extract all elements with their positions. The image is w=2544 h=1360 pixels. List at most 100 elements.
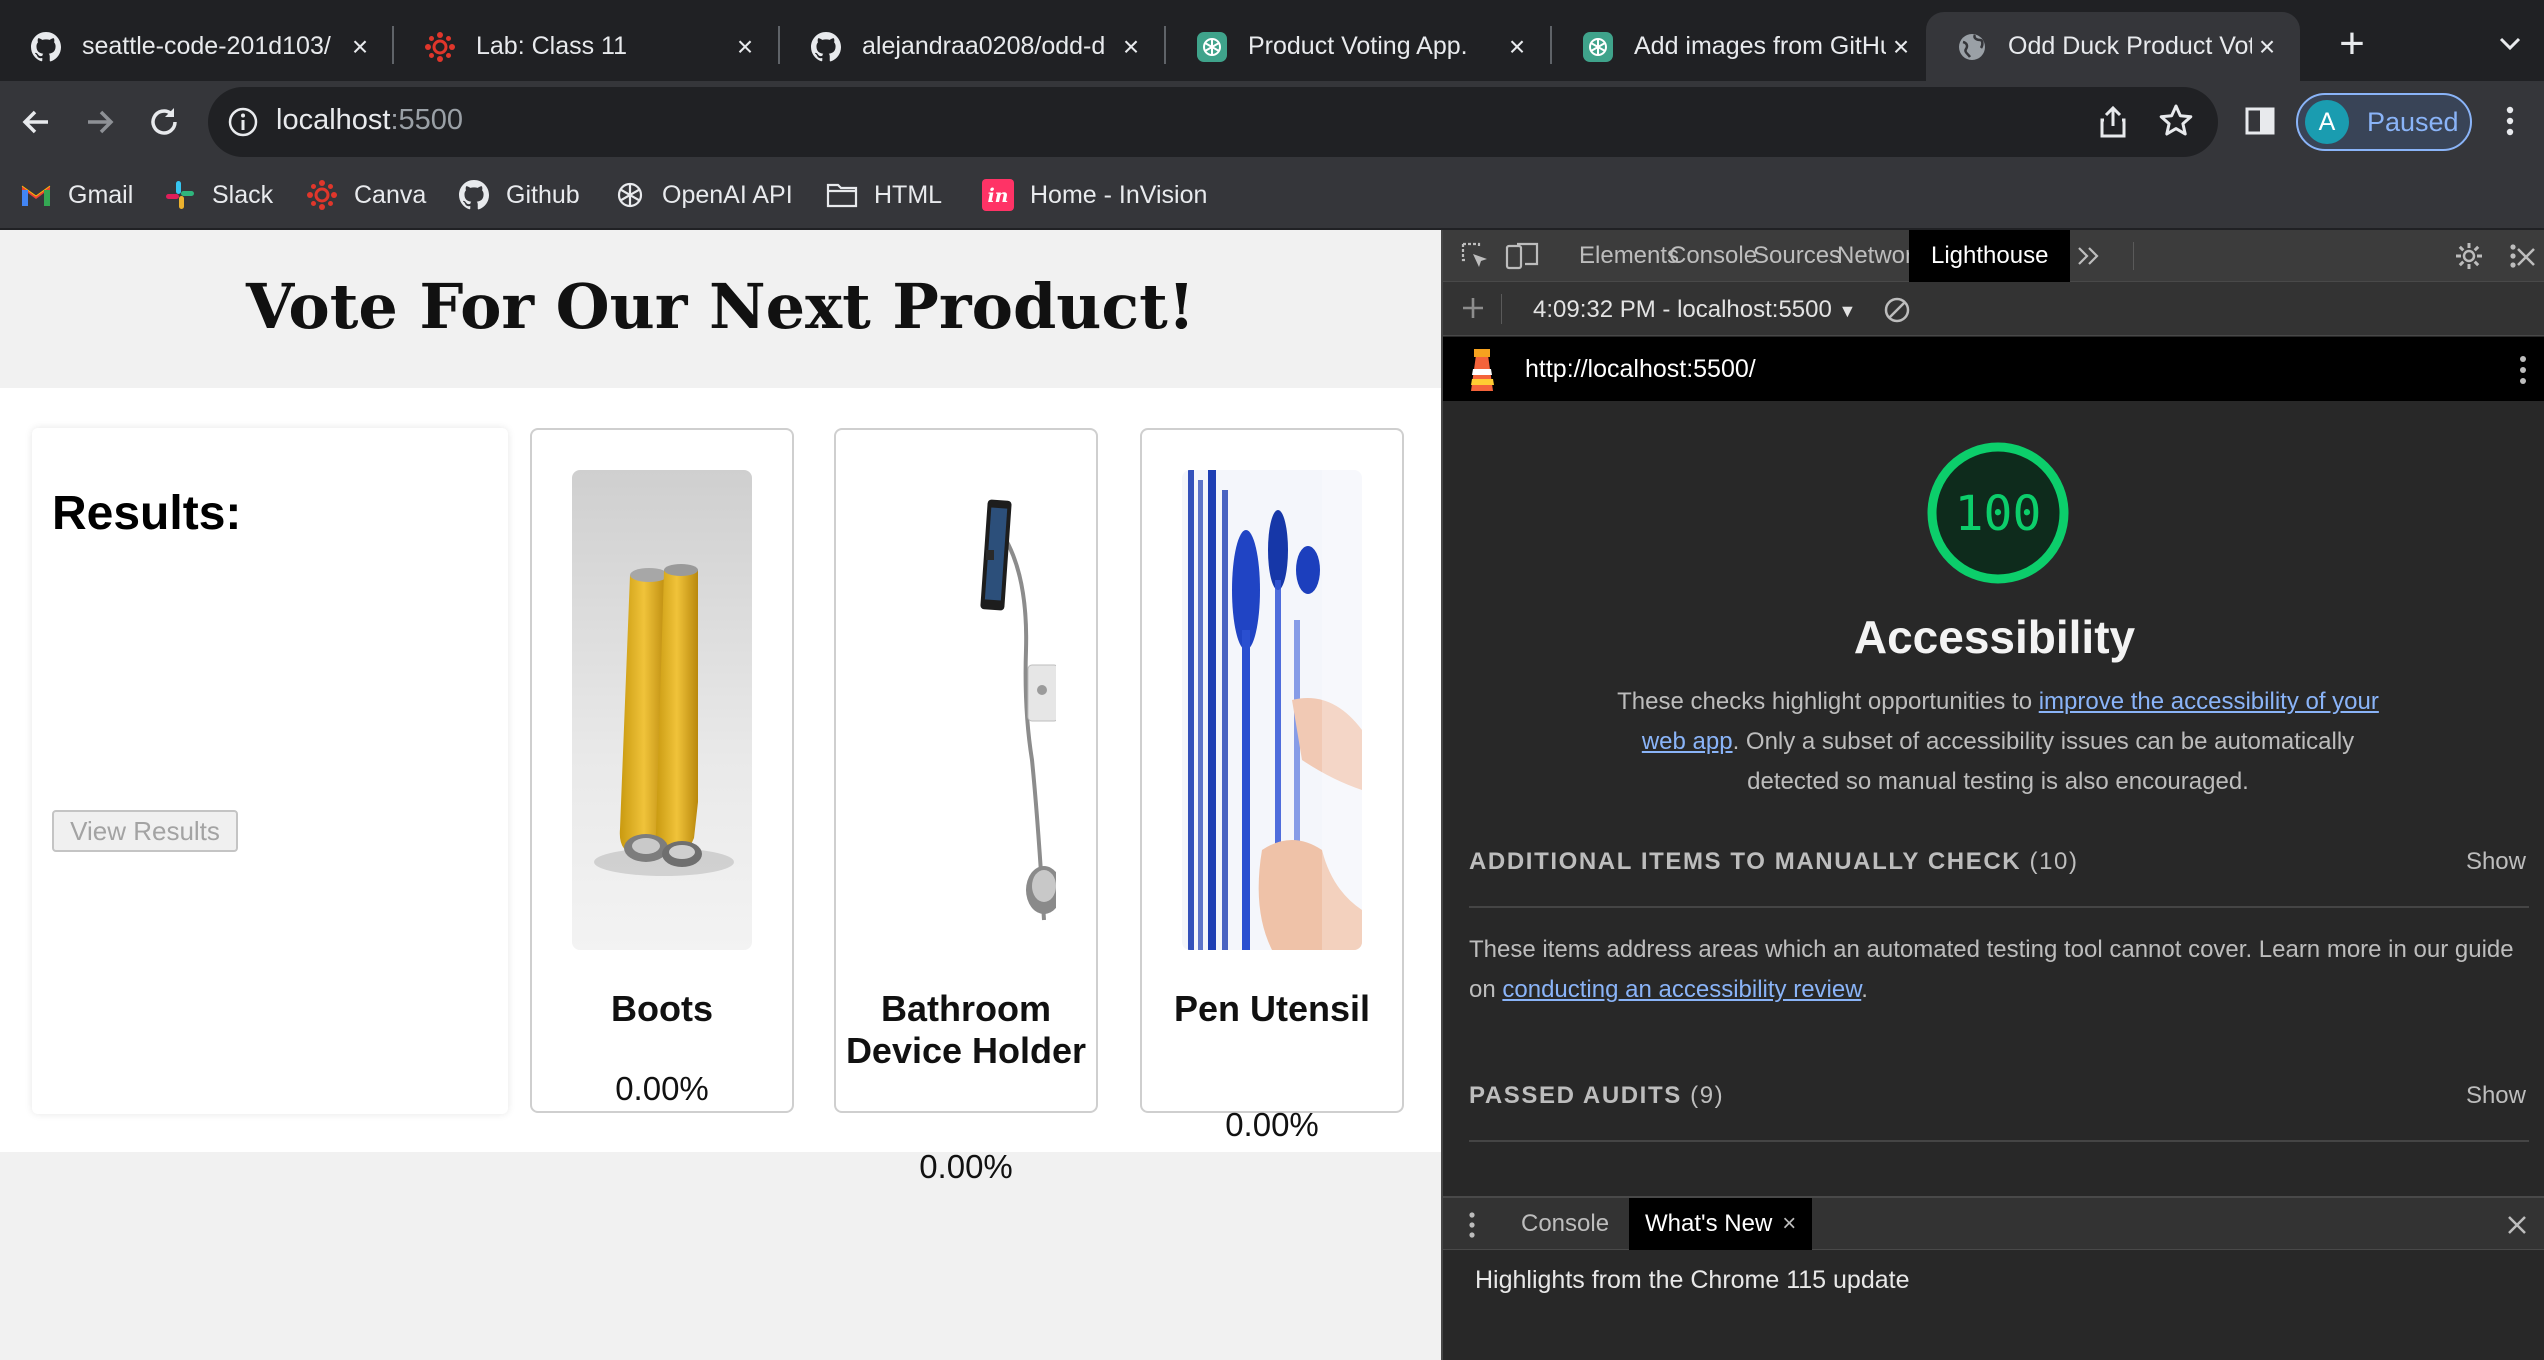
browser-toolbar: localhost:5500 A Paused	[0, 81, 2544, 163]
accessibility-review-link[interactable]: conducting an accessibility review	[1502, 976, 1861, 1003]
main-section: Results: View Results Boots 0.00% Bathro…	[0, 388, 1441, 1185]
report-selector[interactable]: 4:09:32 PM - localhost:5500 ▼	[1533, 296, 1856, 324]
bookmark-folder-html[interactable]: HTML	[826, 177, 942, 213]
lighthouse-url-bar: http://localhost:5500/	[1443, 337, 2544, 401]
drawer-tab-bar: Console What's New ×	[1443, 1196, 2544, 1250]
reload-button[interactable]	[141, 99, 187, 145]
product-card[interactable]: Boots 0.00%	[530, 428, 794, 1113]
devtools-panel: Elements Console Sources Network Lightho…	[1441, 230, 2544, 1360]
openai-icon	[614, 179, 646, 211]
view-results-button[interactable]: View Results	[52, 810, 238, 852]
svg-text:in: in	[987, 185, 1008, 207]
slack-icon	[164, 179, 196, 211]
bookmark-label: Gmail	[68, 180, 134, 209]
close-icon[interactable]: ×	[1782, 1198, 1796, 1250]
tab-title: Odd Duck Product Vot	[2008, 32, 2252, 60]
close-icon[interactable]: ×	[2252, 31, 2282, 62]
kebab-menu-icon[interactable]	[2490, 101, 2530, 141]
kebab-menu-icon[interactable]	[1467, 1210, 1477, 1240]
forward-arrow-icon	[88, 110, 114, 134]
bookmark-github[interactable]: Github	[458, 177, 580, 213]
close-icon[interactable]: ×	[1502, 31, 1532, 62]
profile-button[interactable]: A Paused	[2296, 93, 2472, 151]
gmail-icon	[20, 179, 52, 211]
report-url[interactable]: http://localhost:5500/	[1525, 355, 1756, 384]
drawer-tab-console[interactable]: Console	[1505, 1198, 1625, 1250]
browser-tab[interactable]: Lab: Class 11 ×	[394, 12, 778, 81]
close-icon[interactable]: ×	[730, 31, 760, 62]
show-passed-button[interactable]: Show	[2466, 1082, 2526, 1110]
product-image-bathroom[interactable]	[876, 470, 1056, 950]
canvas-icon	[424, 31, 456, 63]
close-icon[interactable]: ×	[1116, 31, 1146, 62]
caret-down-icon: ▼	[1838, 301, 1857, 321]
browser-tab-active[interactable]: Odd Duck Product Vot ×	[1926, 12, 2300, 81]
product-percent: 0.00%	[1225, 1106, 1319, 1143]
page-viewport: Vote For Our Next Product! Results: View…	[0, 230, 1441, 1360]
back-button[interactable]	[13, 99, 59, 145]
product-card[interactable]: Pen Utensil 0.00%	[1140, 428, 1404, 1143]
device-toggle-icon[interactable]	[1505, 240, 1539, 272]
close-icon[interactable]: ×	[345, 31, 375, 62]
product-card[interactable]: Bathroom Device Holder 0.00%	[834, 428, 1098, 1185]
invision-icon: in	[982, 179, 1014, 211]
divider	[1469, 906, 2529, 908]
forward-button[interactable]	[77, 99, 123, 145]
whats-new-text: Highlights from the Chrome 115 update	[1475, 1266, 1910, 1294]
score-value: 100	[1954, 486, 2042, 542]
show-manual-button[interactable]: Show	[2466, 848, 2526, 876]
settings-gear-icon[interactable]	[2453, 240, 2485, 272]
browser-tab[interactable]: Product Voting App. ×	[1166, 12, 1550, 81]
globe-icon	[1956, 31, 1988, 63]
chevron-down-icon[interactable]	[2490, 24, 2530, 64]
product-image-pen[interactable]	[1182, 470, 1362, 950]
inspect-element-icon[interactable]	[1459, 240, 1491, 272]
bookmarks-bar: Gmail Slack Canva Github OpenAI API HTML…	[0, 163, 2544, 230]
github-icon	[810, 31, 842, 63]
description-text: .	[1861, 976, 1868, 1003]
tab-lighthouse[interactable]: Lighthouse	[1909, 230, 2071, 282]
bookmark-canva[interactable]: Canva	[306, 177, 426, 213]
group-count: (10)	[2029, 848, 2079, 875]
url-text: localhost:5500	[276, 104, 464, 136]
product-name: Pen Utensil	[1173, 988, 1371, 1029]
close-icon[interactable]: ×	[1886, 31, 1916, 62]
report-label: 4:09:32 PM - localhost:5500	[1533, 296, 1832, 323]
kebab-menu-icon[interactable]	[2518, 353, 2528, 387]
bookmark-openai[interactable]: OpenAI API	[614, 177, 793, 213]
bookmark-invision[interactable]: in Home - InVision	[982, 177, 1207, 213]
more-tabs-icon[interactable]	[2073, 240, 2105, 272]
add-report-icon[interactable]	[1457, 292, 1489, 324]
manual-check-group-header[interactable]: ADDITIONAL ITEMS TO MANUALLY CHECK (10)	[1469, 848, 2529, 876]
side-panel-icon[interactable]	[2240, 101, 2280, 141]
category-title: Accessibility	[1853, 611, 2136, 663]
bookmark-label: OpenAI API	[662, 180, 793, 209]
browser-tab-strip: seattle-code-201d103/ × Lab: Class 11 × …	[0, 0, 2544, 81]
canva-icon	[306, 179, 338, 211]
drawer-tab-whats-new[interactable]: What's New ×	[1629, 1198, 1813, 1250]
bookmark-label: Canva	[354, 180, 427, 209]
bookmark-label: Home - InVision	[1030, 180, 1208, 209]
tab-title: Product Voting App.	[1248, 32, 1468, 60]
info-icon[interactable]	[226, 105, 260, 139]
bookmark-slack[interactable]: Slack	[164, 177, 273, 213]
clear-icon[interactable]	[1881, 294, 1913, 326]
bookmark-label: Slack	[212, 180, 274, 209]
passed-audits-group-header[interactable]: PASSED AUDITS (9)	[1469, 1082, 2529, 1110]
close-drawer-icon[interactable]	[2502, 1210, 2532, 1240]
openai-icon	[1582, 31, 1614, 63]
share-icon[interactable]	[2094, 103, 2132, 141]
new-tab-button[interactable]: +	[2330, 22, 2374, 66]
bookmark-gmail[interactable]: Gmail	[20, 177, 133, 213]
star-icon[interactable]	[2156, 101, 2196, 141]
product-image-boots[interactable]	[572, 470, 752, 950]
bookmark-label: Github	[506, 180, 580, 209]
close-devtools-icon[interactable]	[2511, 240, 2543, 272]
results-panel: Results: View Results	[32, 428, 508, 1114]
browser-tab[interactable]: alejandraa0208/odd-d ×	[780, 12, 1164, 81]
browser-tab[interactable]: seattle-code-201d103/ ×	[0, 12, 393, 81]
folder-icon	[826, 179, 858, 211]
divider	[2133, 242, 2134, 270]
address-bar[interactable]: localhost:5500	[208, 87, 2218, 157]
browser-tab[interactable]: Add images from GitHub ×	[1552, 12, 1934, 81]
